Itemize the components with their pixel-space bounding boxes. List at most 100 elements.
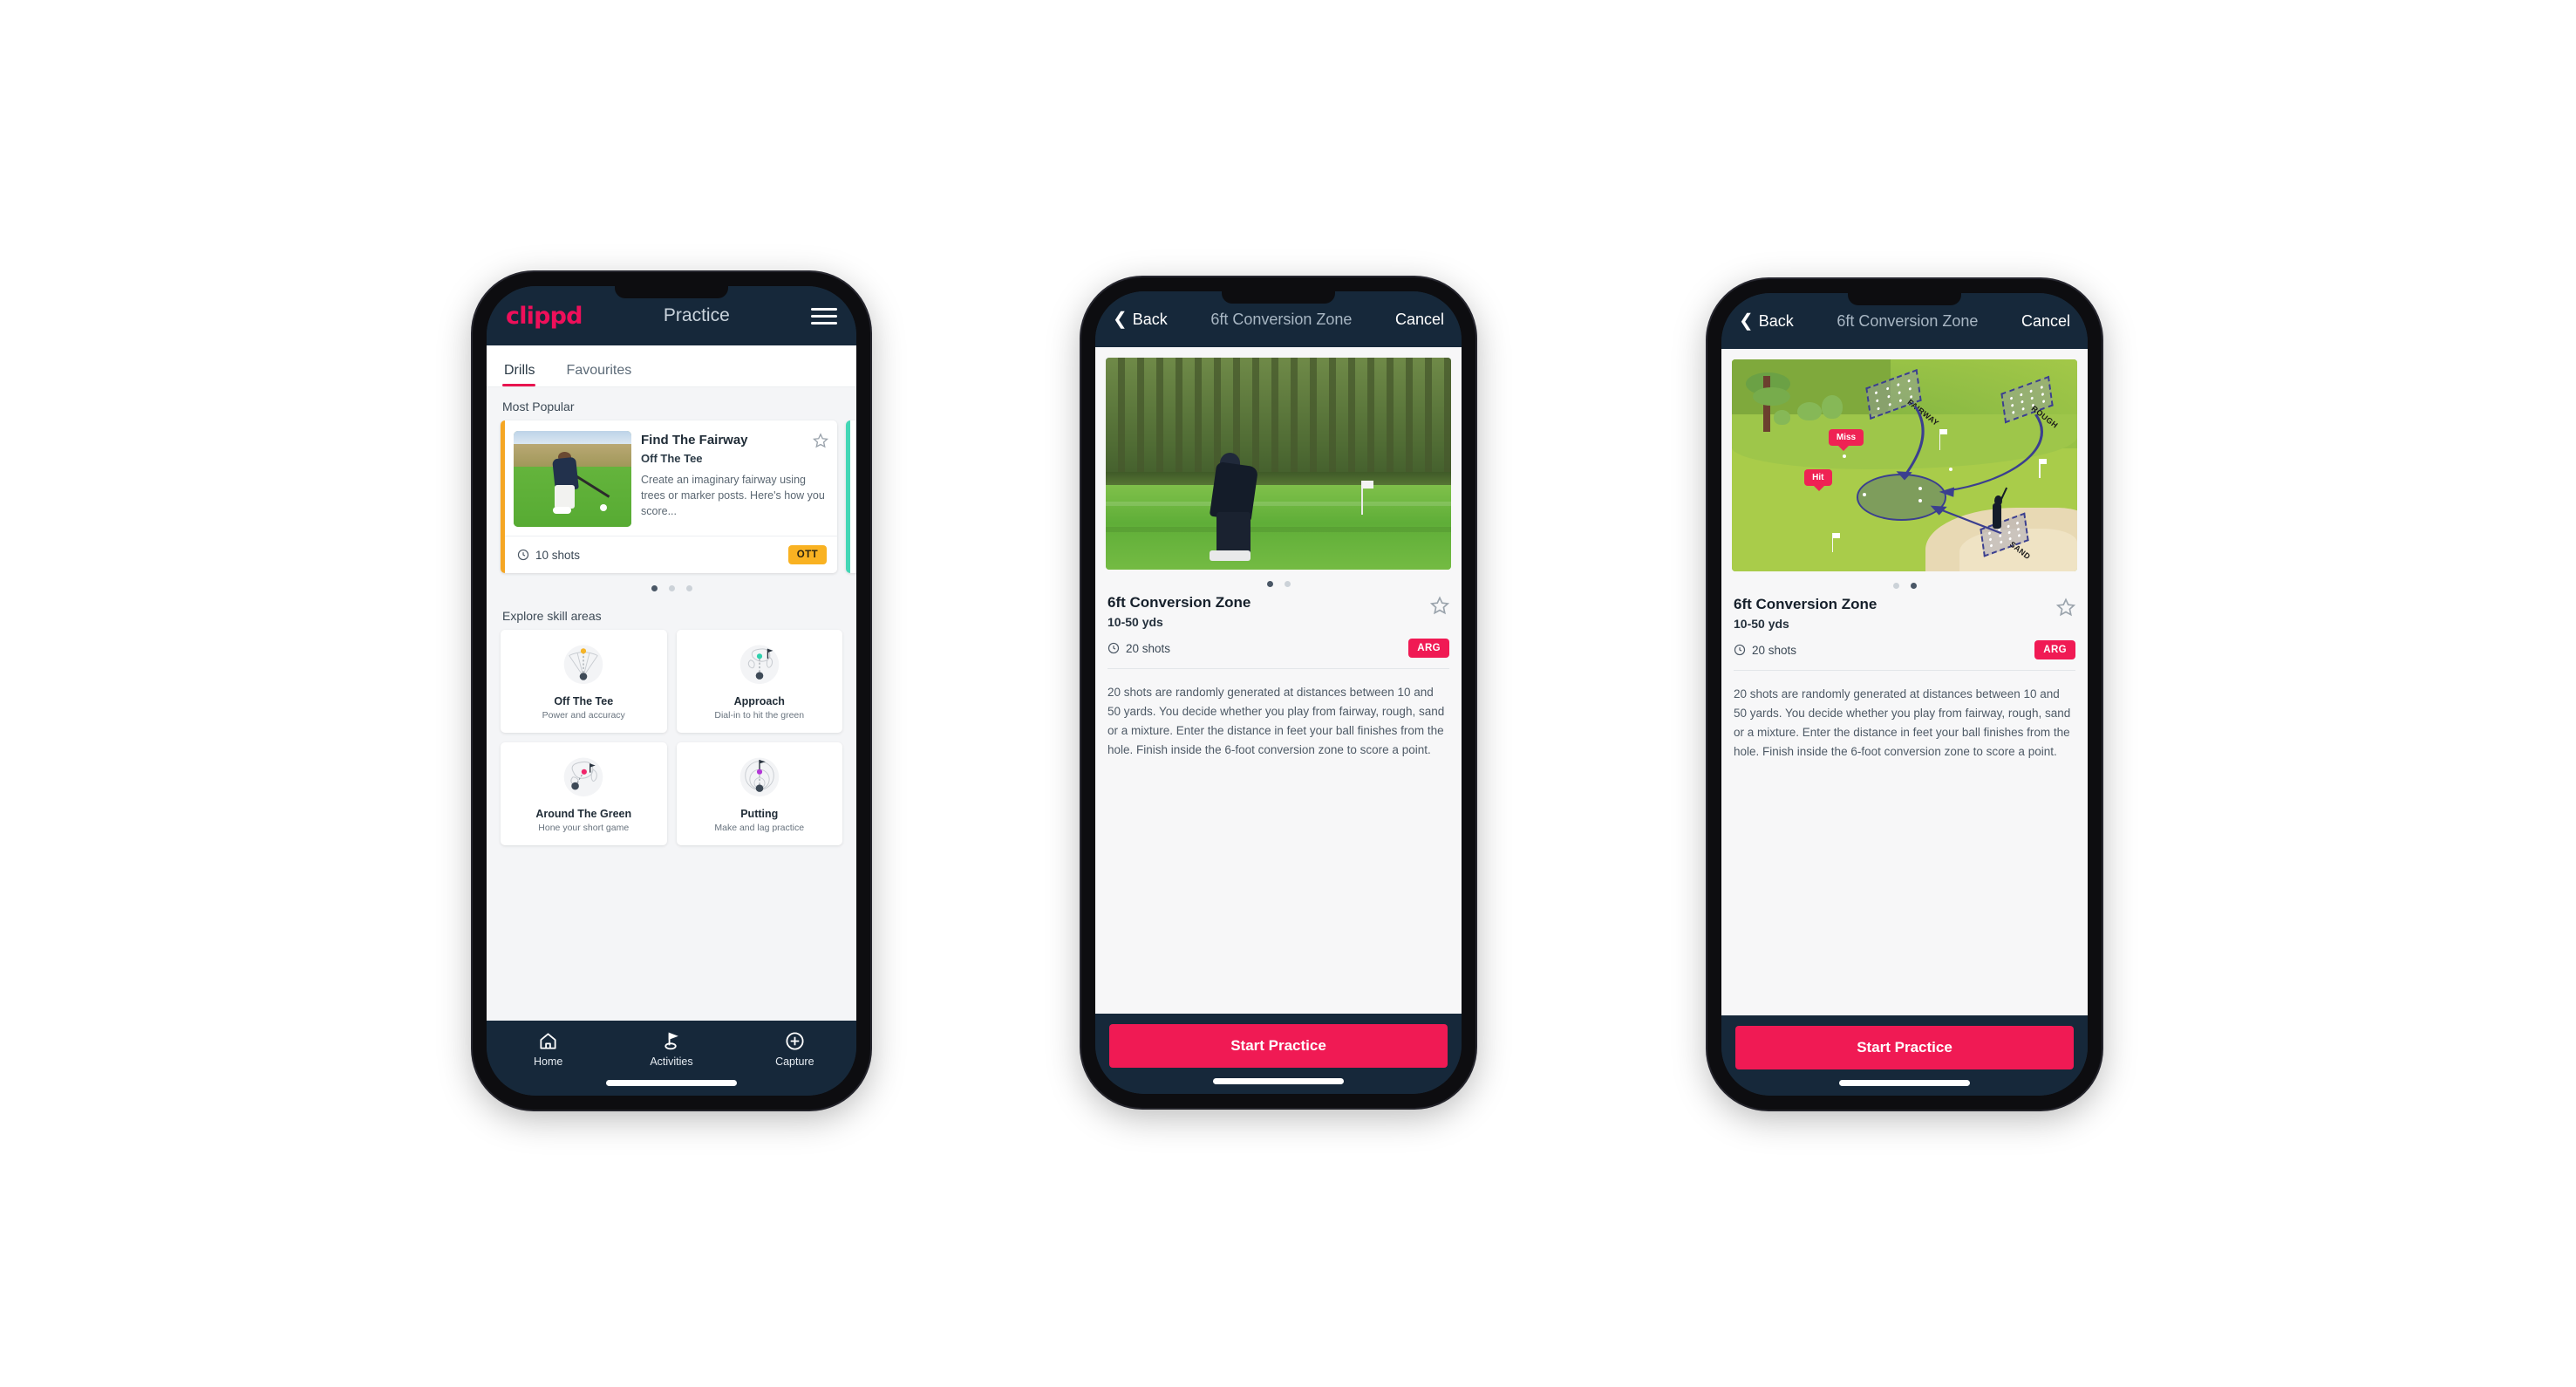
home-indicator xyxy=(606,1080,737,1086)
green-target-icon xyxy=(739,645,780,685)
media-carousel-dots[interactable] xyxy=(1721,571,2088,594)
home-indicator xyxy=(1213,1078,1344,1084)
tab-bar: Drills Favourites xyxy=(487,345,856,387)
media-dot-1[interactable] xyxy=(1266,581,1273,587)
skill-name: Approach xyxy=(733,695,785,707)
shots-count: 20 shots xyxy=(1734,644,1796,657)
star-outline-icon[interactable] xyxy=(1430,596,1449,615)
clippd-logo[interactable]: clippd xyxy=(506,303,583,330)
drill-description: 20 shots are randomly generated at dista… xyxy=(1107,686,1445,756)
detail-content: FAIRWAY ROUGH SAND Miss Hit 6ft Conversi… xyxy=(1721,349,2088,1015)
drill-description: 20 shots are randomly generated at dista… xyxy=(1734,687,2071,758)
carousel-dots[interactable] xyxy=(501,573,842,597)
carousel-dot-3[interactable] xyxy=(685,585,692,591)
tab-favourites[interactable]: Favourites xyxy=(565,363,643,386)
skill-card-around-the-green[interactable]: Around The Green Hone your short game xyxy=(501,742,667,845)
drill-detail-distance: 10-50 yds xyxy=(1734,617,1789,631)
phone-drill-detail-photo: ❮ Back 6ft Conversion Zone Cancel 6ft Co… xyxy=(1081,277,1475,1108)
back-label: Back xyxy=(1132,310,1168,328)
start-practice-button[interactable]: Start Practice xyxy=(1735,1026,2074,1069)
skill-card-approach[interactable]: Approach Dial-in to hit the green xyxy=(676,630,842,733)
detail-content: 6ft Conversion Zone 10-50 yds 20 shots A… xyxy=(1095,347,1462,1014)
detail-title: 6ft Conversion Zone xyxy=(1837,311,1979,330)
skill-desc: Make and lag practice xyxy=(714,823,805,833)
cancel-button[interactable]: Cancel xyxy=(2021,312,2070,331)
page-title: Practice xyxy=(663,305,730,325)
back-label: Back xyxy=(1758,311,1794,330)
drill-description: Create an imaginary fairway using trees … xyxy=(641,474,825,518)
skill-card-off-the-tee[interactable]: Off The Tee Power and accuracy xyxy=(501,630,667,733)
hamburger-icon[interactable] xyxy=(811,307,837,325)
shots-count: 20 shots xyxy=(1107,642,1170,655)
nav-item-activities[interactable]: Activities xyxy=(628,1031,715,1068)
back-button[interactable]: ❮ Back xyxy=(1113,311,1168,329)
nav-label: Capture xyxy=(775,1056,814,1068)
cancel-button[interactable]: Cancel xyxy=(1395,311,1444,329)
drill-detail-title: 6ft Conversion Zone xyxy=(1734,596,1877,612)
media-dot-2[interactable] xyxy=(1284,581,1291,587)
status-badge: ARG xyxy=(2034,640,2075,659)
putt-rings-icon xyxy=(739,757,780,797)
drill-detail-distance: 10-50 yds xyxy=(1107,615,1163,629)
chip-icon xyxy=(563,757,603,797)
status-badge: OTT xyxy=(787,545,827,564)
star-outline-icon[interactable] xyxy=(813,433,828,448)
shots-label: 20 shots xyxy=(1752,643,1797,657)
screenshot-stage: clippd Practice Drills Favourites Most P… xyxy=(0,0,2576,1387)
nav-label: Home xyxy=(533,1056,563,1068)
drill-carousel[interactable]: Find The Fairway Off The Tee Create an i… xyxy=(501,420,856,573)
drill-detail-title: 6ft Conversion Zone xyxy=(1107,594,1251,611)
drill-thumbnail xyxy=(514,431,631,527)
phone-drill-detail-illustration: ❮ Back 6ft Conversion Zone Cancel FAIRWA… xyxy=(1707,279,2102,1110)
skill-desc: Dial-in to hit the green xyxy=(714,710,805,721)
skill-areas-grid: Off The Tee Power and accuracy Approach … xyxy=(501,630,842,845)
nav-label: Activities xyxy=(650,1056,693,1068)
shots-clock-icon xyxy=(1107,642,1120,654)
skill-desc: Power and accuracy xyxy=(542,710,625,721)
explore-skill-areas-label: Explore skill areas xyxy=(502,609,602,623)
practice-content: Most Popular Find The Fairway Off The Te… xyxy=(487,387,856,1021)
most-popular-label: Most Popular xyxy=(502,400,575,413)
tab-drills[interactable]: Drills xyxy=(502,363,546,386)
drill-card-next-peek[interactable] xyxy=(846,420,856,573)
callout-miss: Miss xyxy=(1828,429,1864,452)
dynamic-island xyxy=(1222,291,1335,304)
detail-title: 6ft Conversion Zone xyxy=(1210,310,1353,328)
media-dot-1[interactable] xyxy=(1892,583,1899,589)
drill-photo[interactable] xyxy=(1106,358,1451,570)
home-icon xyxy=(540,1033,556,1049)
shots-count: 10 shots xyxy=(517,549,580,562)
start-practice-button[interactable]: Start Practice xyxy=(1109,1024,1448,1068)
shots-label: 10 shots xyxy=(535,548,581,562)
shots-label: 20 shots xyxy=(1126,641,1171,655)
shot-path-arrows xyxy=(1896,406,2043,535)
skill-name: Around The Green xyxy=(535,808,632,820)
drill-title: Find The Fairway xyxy=(641,433,748,448)
chevron-left-icon: ❮ xyxy=(1113,310,1128,329)
carousel-dot-2[interactable] xyxy=(668,585,675,591)
skill-name: Off The Tee xyxy=(554,695,614,707)
star-outline-icon[interactable] xyxy=(2056,598,2075,617)
plus-circle-icon xyxy=(786,1032,804,1050)
nav-item-capture[interactable]: Capture xyxy=(751,1031,838,1068)
carousel-dot-1[interactable] xyxy=(651,585,658,591)
drill-card[interactable]: Find The Fairway Off The Tee Create an i… xyxy=(501,420,837,573)
home-indicator xyxy=(1839,1080,1970,1086)
nav-item-home[interactable]: Home xyxy=(505,1031,592,1068)
golf-flag-icon xyxy=(664,1032,679,1050)
skill-name: Putting xyxy=(740,808,779,820)
back-button[interactable]: ❮ Back xyxy=(1739,312,1794,331)
media-carousel-dots[interactable] xyxy=(1095,570,1462,592)
drill-subtitle: Off The Tee xyxy=(641,452,703,465)
shots-clock-icon xyxy=(517,549,529,561)
media-dot-2[interactable] xyxy=(1910,583,1917,589)
status-badge: ARG xyxy=(1408,639,1449,658)
golfer-figure xyxy=(1992,503,2002,530)
phone-practice-list: clippd Practice Drills Favourites Most P… xyxy=(473,272,870,1110)
callout-hit: Hit xyxy=(1804,469,1832,492)
shots-clock-icon xyxy=(1734,644,1746,656)
chevron-left-icon: ❮ xyxy=(1739,311,1754,331)
dynamic-island xyxy=(1848,293,1961,305)
skill-card-putting[interactable]: Putting Make and lag practice xyxy=(676,742,842,845)
drill-illustration[interactable]: FAIRWAY ROUGH SAND Miss Hit xyxy=(1732,359,2077,571)
